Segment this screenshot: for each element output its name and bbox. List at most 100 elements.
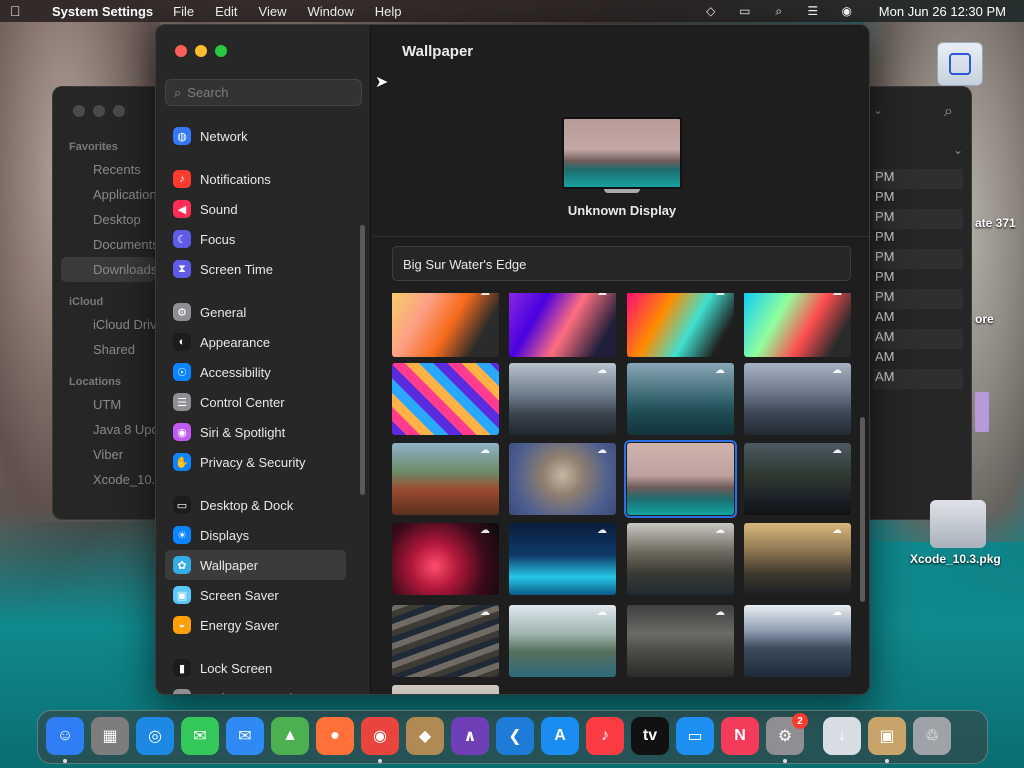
sidebar-item-login-password[interactable]: ⚷ Login Password [165, 683, 346, 694]
finder-row[interactable]: PM [873, 209, 963, 229]
sidebar-scrollbar[interactable] [360, 225, 365, 495]
sidebar-item-energy-saver[interactable]: ◒ Energy Saver [165, 610, 346, 640]
wallpaper-thumbnail[interactable]: ☁ [509, 523, 616, 595]
apple-menu-icon[interactable]:  [10, 3, 34, 19]
chevron-down-icon[interactable]: ⌄ [953, 143, 963, 157]
wallpaper-thumbnail[interactable]: ☁ [627, 363, 734, 435]
chevron-down-icon[interactable]: ⌄ [873, 103, 883, 117]
wallpaper-thumbnail[interactable]: ☁ [509, 293, 616, 357]
package-icon[interactable] [930, 500, 986, 548]
dock-visual-studio-icon[interactable]: ∧ [451, 717, 489, 755]
dock-music-icon[interactable]: ♪ [586, 717, 624, 755]
dock-keynote-icon[interactable]: ▭ [676, 717, 714, 755]
finder-row[interactable]: PM [873, 289, 963, 309]
finder-row[interactable]: AM [873, 329, 963, 349]
finder-item-utm[interactable]: UTM [53, 392, 163, 417]
close-window-button[interactable] [175, 45, 187, 57]
disk-image-icon[interactable] [937, 42, 983, 86]
finder-row[interactable]: PM [873, 229, 963, 249]
wallpaper-scrollbar[interactable] [860, 417, 865, 602]
sidebar-item-lock-screen[interactable]: ▮ Lock Screen [165, 653, 346, 683]
finder-item-desktop[interactable]: Desktop [53, 207, 163, 232]
desktop-label-store[interactable]: ore [975, 312, 994, 326]
sidebar-item-screen-saver[interactable]: ▣ Screen Saver [165, 580, 346, 610]
desktop-file-icon[interactable] [975, 392, 989, 432]
wallpaper-thumbnail[interactable]: ☁ [509, 443, 616, 515]
dock-launchpad-icon[interactable]: ▦ [91, 717, 129, 755]
wallpaper-thumbnail[interactable]: ☁ [509, 363, 616, 435]
dock-finder-icon[interactable]: ☺ [46, 717, 84, 755]
dock-downloads-stack-icon[interactable]: ↓ [823, 717, 861, 755]
sidebar-item-control-center[interactable]: ☰ Control Center [165, 387, 346, 417]
wallpaper-thumbnail[interactable]: ☁ [392, 293, 499, 357]
desktop-label-update[interactable]: ate 371 [975, 216, 1016, 230]
dock-app-store-icon[interactable]: A [541, 717, 579, 755]
finder-row[interactable]: PM [873, 169, 963, 189]
dock-firefox-icon[interactable]: ● [316, 717, 354, 755]
dock-vscode-icon[interactable]: ❮ [496, 717, 534, 755]
dock-news-icon[interactable]: N [721, 717, 759, 755]
finder-item-documents[interactable]: Documents [53, 232, 163, 257]
sidebar-item-sound[interactable]: ◀ Sound [165, 194, 346, 224]
search-icon[interactable]: ⌕ [944, 103, 953, 121]
finder-row[interactable]: PM [873, 189, 963, 209]
sidebar-item-displays[interactable]: ☀ Displays [165, 520, 346, 550]
finder-row[interactable]: AM [873, 349, 963, 369]
dock-apple-tv-icon[interactable]: tv [631, 717, 669, 755]
desktop-label-xcode-pkg[interactable]: Xcode_10.3.pkg [910, 552, 1001, 566]
settings-search-field[interactable]: ⌕ [165, 79, 362, 106]
finder-item-icloud-drive[interactable]: iCloud Drive [53, 312, 163, 337]
minimize-window-button[interactable] [195, 45, 207, 57]
menu-edit[interactable]: Edit [215, 4, 237, 19]
wallpaper-thumbnail[interactable]: ☁ [744, 523, 851, 595]
dock-mail-icon[interactable]: ✉ [226, 717, 264, 755]
wallpaper-thumbnail[interactable]: ☁ [627, 605, 734, 677]
sidebar-item-appearance[interactable]: ◐ Appearance [165, 327, 346, 357]
menu-window[interactable]: Window [307, 4, 353, 19]
finder-row[interactable]: AM [873, 369, 963, 389]
siri-icon[interactable]: ◉ [839, 4, 855, 18]
dock-trash-icon[interactable]: ♲ [913, 717, 951, 755]
sidebar-item-desktop-dock[interactable]: ▭ Desktop & Dock [165, 490, 346, 520]
wallpaper-thumbnail[interactable]: ☁ [392, 443, 499, 515]
wallpaper-thumbnail[interactable]: ☁ [627, 523, 734, 595]
wallpaper-thumbnail[interactable]: ☁ [392, 523, 499, 595]
dock-chrome-icon[interactable]: ◉ [361, 717, 399, 755]
finder-item-java[interactable]: Java 8 Update [53, 417, 163, 442]
system-settings-window[interactable]: ⌕ ◍ Network ♪ Notifications ◀ Sound ☾ Focus ⧗ Scr… [155, 24, 870, 695]
spotlight-search-icon[interactable]: ⌕ [771, 4, 787, 18]
finder-row[interactable]: PM [873, 269, 963, 289]
dock-safari-icon[interactable]: ◎ [136, 717, 174, 755]
zoom-window-button[interactable] [215, 45, 227, 57]
dock-messages-icon[interactable]: ✉ [181, 717, 219, 755]
wallpaper-thumbnail[interactable]: ☁ [744, 443, 851, 515]
finder-item-downloads[interactable]: Downloads [61, 257, 155, 282]
dock-installer-icon[interactable]: ▣ [868, 717, 906, 755]
menu-file[interactable]: File [173, 4, 194, 19]
finder-item-xcode[interactable]: Xcode_10.3 [53, 467, 163, 492]
sidebar-item-siri-spotlight[interactable]: ◉ Siri & Spotlight [165, 417, 346, 447]
sidebar-item-focus[interactable]: ☾ Focus [165, 224, 346, 254]
dock-maps-icon[interactable]: ▲ [271, 717, 309, 755]
diamond-status-icon[interactable]: ◇ [703, 4, 719, 18]
finder-row[interactable]: PM [873, 249, 963, 269]
sidebar-item-general[interactable]: ⚙ General [165, 297, 346, 327]
sidebar-item-privacy-security[interactable]: ✋ Privacy & Security [165, 447, 346, 477]
dock-system-settings-icon[interactable]: ⚙ 2 [766, 713, 808, 755]
wallpaper-thumbnail[interactable] [392, 685, 499, 694]
control-center-icon[interactable]: ☰ [805, 4, 821, 18]
wallpaper-thumbnail[interactable]: ☁ [627, 293, 734, 357]
wallpaper-thumbnail[interactable]: ☁ [509, 605, 616, 677]
sidebar-item-wallpaper[interactable]: ✿ Wallpaper [165, 550, 346, 580]
sidebar-item-notifications[interactable]: ♪ Notifications [165, 164, 346, 194]
wallpaper-thumbnail[interactable]: ☁ [392, 605, 499, 677]
app-name-menu[interactable]: System Settings [52, 4, 153, 19]
finder-item-recents[interactable]: Recents [53, 157, 163, 182]
screen-mirroring-icon[interactable]: ▭ [737, 4, 753, 18]
sidebar-item-accessibility[interactable]: ☉ Accessibility [165, 357, 346, 387]
finder-item-viber[interactable]: Viber [53, 442, 163, 467]
finder-row[interactable]: AM [873, 309, 963, 329]
finder-item-applications[interactable]: Applications [53, 182, 163, 207]
menu-help[interactable]: Help [375, 4, 402, 19]
wallpaper-thumbnail[interactable]: ☁ [744, 363, 851, 435]
